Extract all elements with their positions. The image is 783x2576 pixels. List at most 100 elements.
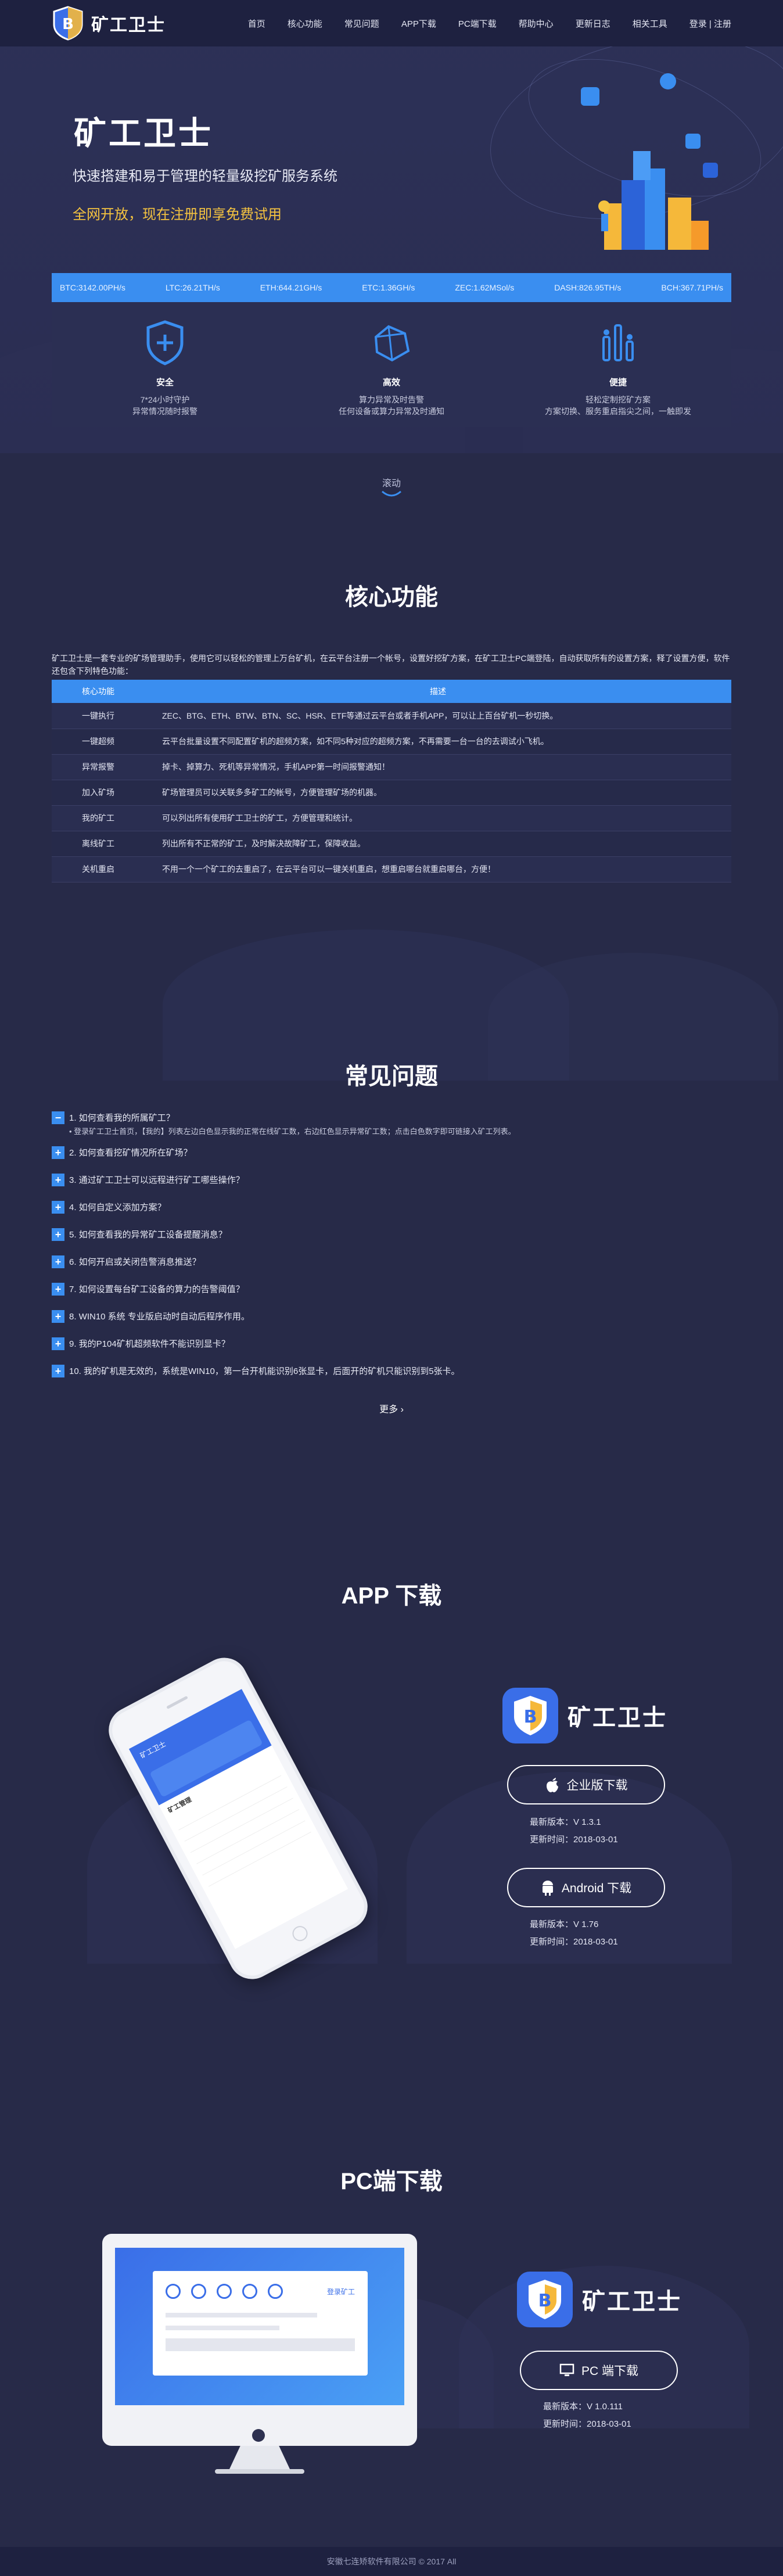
- pc-section-title: PC端下载: [340, 2169, 443, 2194]
- faq-item[interactable]: +10. 我的矿机是无效的，系统是WIN10，第一台开机能识别6张显卡，后面开的…: [52, 1357, 731, 1384]
- faq-question: 10. 我的矿机是无效的，系统是WIN10，第一台开机能识别6张显卡，后面开的矿…: [69, 1366, 460, 1376]
- faq-item[interactable]: +9. 我的P104矿机超频软件不能识别显卡？: [52, 1330, 731, 1357]
- table-row: 我的矿工 可以列出所有使用矿工卫士的矿工，方便管理和统计。: [52, 805, 731, 831]
- svg-text:B: B: [524, 1707, 537, 1727]
- plus-icon[interactable]: +: [52, 1146, 64, 1159]
- scroll-indicator[interactable]: 滚动: [0, 475, 783, 501]
- faq-item[interactable]: +6. 如何开启或关闭告警消息推送？: [52, 1248, 731, 1275]
- table-cell: 离线矿工: [52, 831, 145, 857]
- faq-item[interactable]: +3. 通过矿工卫士可以远程进行矿工哪些操作？: [52, 1166, 731, 1193]
- faq-item[interactable]: +8. WIN10 系统 专业版启动时自动后程序作用。: [52, 1303, 731, 1330]
- faq-item[interactable]: +7. 如何设置每台矿工设备的算力的告警阈值？: [52, 1275, 731, 1303]
- app-brand: B 矿工卫士: [502, 1688, 667, 1743]
- placeholder-bar: [166, 2338, 355, 2351]
- play-icon: [166, 2284, 181, 2299]
- table-header-row: 核心功能 描述: [52, 680, 731, 703]
- faq-question: 6. 如何开启或关闭告警消息推送？: [69, 1257, 201, 1267]
- site-footer: 安徽七连矫软件有限公司 © 2017 All: [0, 2547, 783, 2576]
- ticker-dash: DASH:826.95TH/s: [554, 283, 622, 292]
- phone-home-button: [289, 1923, 311, 1944]
- settings-icon: [217, 2284, 232, 2299]
- plus-icon[interactable]: +: [52, 1255, 64, 1268]
- plus-icon[interactable]: +: [52, 1173, 64, 1186]
- feature-efficiency: 高效 算力异常及时告警 任何设备或算力异常及时通知: [278, 302, 505, 427]
- nav-help[interactable]: 帮助中心: [519, 17, 554, 30]
- android-download-label: Android 下载: [561, 1882, 632, 1895]
- apple-icon: [546, 1778, 558, 1792]
- cube-network-icon: [374, 325, 410, 362]
- table-row: 关机重启 不用一个一个矿工的去重启了，在云平台可以一键关机重启，想重启哪台就重启哪…: [52, 856, 731, 882]
- feature-desc: 异常情况随时报警: [132, 407, 197, 416]
- faq-question: 5. 如何查看我的异常矿工设备提醒消息？: [69, 1230, 227, 1240]
- plus-icon[interactable]: +: [52, 1309, 64, 1323]
- toolbar-icons: 登录矿工: [166, 2284, 355, 2299]
- plus-icon[interactable]: +: [52, 1228, 64, 1241]
- svg-text:B: B: [538, 2291, 552, 2311]
- ios-download-label: 企业版下载: [566, 1779, 628, 1792]
- brand-logo[interactable]: B 矿工卫士: [52, 6, 166, 41]
- feature-desc: 轻松定制挖矿方案: [586, 395, 651, 404]
- android-download-button[interactable]: Android 下载: [507, 1868, 665, 1907]
- hero-illustration: [581, 73, 718, 250]
- faq-item[interactable]: +4. 如何自定义添加方案？: [52, 1193, 731, 1221]
- svg-text:B: B: [62, 16, 74, 33]
- plus-icon[interactable]: +: [52, 1200, 64, 1214]
- table-cell: 可以列出所有使用矿工卫士的矿工，方便管理和统计。: [145, 805, 731, 831]
- hashrate-ticker: BTC:3142.00PH/s LTC:26.21TH/s ETH:644.21…: [52, 273, 731, 302]
- pc-download-button[interactable]: PC 端下载: [520, 2351, 678, 2390]
- feature-title: 高效: [382, 378, 400, 388]
- feature-desc: 算力异常及时告警: [359, 395, 424, 404]
- register-link[interactable]: 注册: [714, 19, 731, 29]
- nav-core[interactable]: 核心功能: [288, 17, 322, 30]
- nav-app[interactable]: APP下载: [401, 17, 436, 30]
- feature-title: 便捷: [609, 378, 627, 388]
- faq-question: 4. 如何自定义添加方案？: [69, 1203, 166, 1212]
- plus-icon[interactable]: +: [52, 1364, 64, 1377]
- faq-more-link[interactable]: 更多 ›: [0, 1401, 783, 1415]
- faq-item[interactable]: +5. 如何查看我的异常矿工设备提醒消息？: [52, 1221, 731, 1248]
- table-cell: 一键执行: [52, 703, 145, 729]
- table-row: 加入矿场 矿场管理员可以关联多多矿工的帐号，方便管理矿场的机器。: [52, 780, 731, 806]
- faq-question: 7. 如何设置每台矿工设备的算力的告警阈值？: [69, 1285, 245, 1294]
- monitor-power-button: [252, 2429, 265, 2442]
- faq-question: 8. WIN10 系统 专业版启动时自动后程序作用。: [69, 1312, 250, 1322]
- hero-cta[interactable]: 全网开放，现在注册即享免费试用: [73, 203, 282, 223]
- nav-home[interactable]: 首页: [248, 17, 265, 30]
- ios-date: 更新时间：2018-03-01: [530, 1835, 618, 1845]
- nav-pc[interactable]: PC端下载: [458, 17, 497, 30]
- app-icon: B: [502, 1688, 558, 1743]
- app-brand-name: 矿工卫士: [568, 1705, 667, 1731]
- auth-divider: |: [709, 19, 714, 29]
- app-section-title: APP 下载: [341, 1583, 442, 1609]
- ios-version: 最新版本：V 1.3.1: [530, 1817, 601, 1827]
- login-link[interactable]: 登录: [689, 19, 707, 29]
- share-icon: [268, 2284, 283, 2299]
- hero-subtitle: 快速搭建和易于管理的轻量级挖矿服务系统: [73, 168, 337, 184]
- table-row: 一键超频 云平台批量设置不同配置矿机的超频方案，如不同5种对应的超频方案，不再需要…: [52, 729, 731, 755]
- nav-faq[interactable]: 常见问题: [344, 17, 379, 30]
- table-cell: 我的矿工: [52, 805, 145, 831]
- table-cell: 列出所有不正常的矿工，及时解决故障矿工，保障收益。: [145, 831, 731, 857]
- faq-item[interactable]: +2. 如何查看挖矿情况所在矿场？: [52, 1139, 731, 1166]
- faq-section-title: 常见问题: [345, 1064, 438, 1089]
- table-cell: 加入矿场: [52, 780, 145, 806]
- app-window: 登录矿工: [153, 2271, 368, 2376]
- shield-logo-icon: B: [53, 6, 83, 41]
- monitor-screen: 登录矿工: [115, 2248, 404, 2405]
- ticker-ltc: LTC:26.21TH/s: [165, 283, 220, 292]
- plus-icon[interactable]: +: [52, 1337, 64, 1350]
- nav-changelog[interactable]: 更新日志: [576, 17, 610, 30]
- plus-icon[interactable]: +: [52, 1282, 64, 1296]
- table-header: 描述: [145, 680, 731, 703]
- table-cell: 云平台批量设置不同配置矿机的超频方案，如不同5种对应的超频方案，不再需要一台一台…: [145, 729, 731, 755]
- pc-app-icon: B: [517, 2272, 573, 2327]
- ios-download-button[interactable]: 企业版下载: [507, 1765, 665, 1804]
- monitor-base: [215, 2469, 304, 2474]
- nav-tools[interactable]: 相关工具: [633, 17, 667, 30]
- minus-icon[interactable]: −: [52, 1111, 64, 1124]
- table-cell: 一键超频: [52, 729, 145, 755]
- table-cell: 异常报警: [52, 754, 145, 780]
- table-cell: 矿场管理员可以关联多多矿工的帐号，方便管理矿场的机器。: [145, 780, 731, 806]
- android-icon: [542, 1881, 553, 1896]
- table-row: 离线矿工 列出所有不正常的矿工，及时解决故障矿工，保障收益。: [52, 831, 731, 857]
